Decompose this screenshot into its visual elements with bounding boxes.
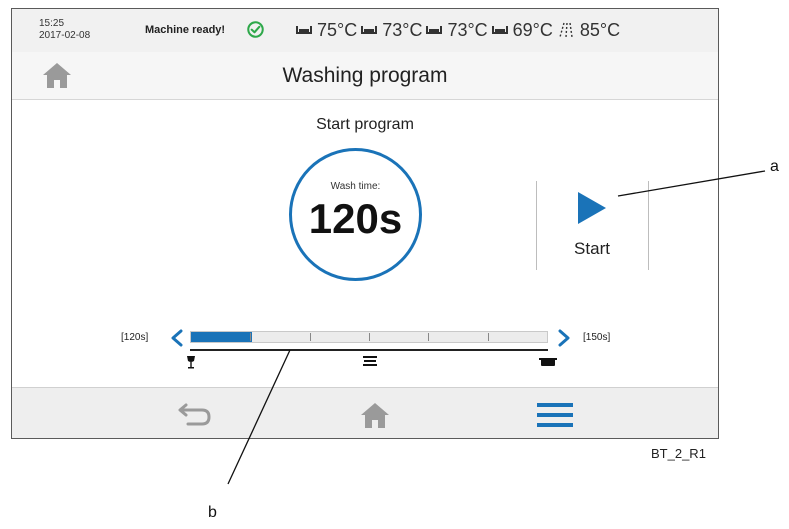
temperature-value: 73°C: [382, 19, 423, 40]
figure-code: BT_2_R1: [651, 446, 706, 461]
slider-tick: [310, 333, 311, 341]
tank-icon: [296, 26, 312, 34]
tank-icon: [426, 26, 443, 34]
tank-icon: [361, 26, 378, 34]
chevron-left-icon[interactable]: [169, 329, 185, 347]
slider-tick: [250, 333, 251, 341]
temperature-value: 75°C: [317, 19, 358, 40]
pot-icon: [539, 358, 557, 366]
divider: [648, 181, 649, 270]
slider-tick: [428, 333, 429, 341]
temperature-readout: 75°C: [296, 20, 357, 41]
title-bar: Washing program: [12, 52, 718, 100]
temperature-readout: 73°C: [361, 20, 422, 41]
rinse-spray-icon: [559, 22, 573, 38]
device-screen: 15:25 2017-02-08 Machine ready! 75°C 73°…: [11, 8, 719, 439]
play-icon: [578, 192, 606, 224]
wash-time-label: Wash time:: [330, 181, 381, 192]
slider-tick: [369, 333, 370, 341]
start-button[interactable]: Start: [536, 181, 648, 270]
plates-icon: [363, 356, 377, 366]
temperature-value: 73°C: [447, 19, 488, 40]
date-text: 2017-02-08: [39, 30, 91, 41]
page-title: Washing program: [282, 64, 448, 87]
home-button[interactable]: [335, 388, 415, 438]
status-bar: 15:25 2017-02-08 Machine ready! 75°C 73°…: [12, 9, 718, 53]
back-button[interactable]: [155, 388, 235, 438]
temperature-value: 85°C: [579, 19, 621, 40]
back-icon: [178, 403, 211, 425]
menu-button[interactable]: [515, 388, 595, 438]
menu-icon: [537, 402, 573, 427]
range-min-label: [120s]: [121, 332, 149, 343]
start-program-heading: Start program: [316, 116, 414, 133]
tank-icon: [491, 26, 508, 34]
home-icon: [361, 402, 389, 428]
program-range-line: [190, 349, 548, 351]
bottom-nav: [12, 387, 718, 438]
machine-status-text: Machine ready!: [145, 24, 226, 36]
wash-time-display: Wash time: 120s: [289, 148, 422, 281]
wash-time-slider[interactable]: [190, 331, 548, 343]
slider-fill: [191, 332, 252, 342]
callout-label-a: a: [770, 158, 779, 175]
time-text: 15:25: [39, 18, 65, 29]
start-label: Start: [574, 239, 610, 258]
clock: 15:25 2017-02-08: [39, 18, 90, 42]
callout-label-b: b: [208, 504, 217, 521]
chevron-right-icon[interactable]: [556, 329, 572, 347]
range-max-label: [150s]: [583, 332, 611, 343]
wash-time-value: 120s: [308, 195, 403, 242]
glass-icon: [187, 356, 195, 369]
temperature-readout: 69°C: [491, 19, 553, 41]
temperature-value: 69°C: [512, 19, 553, 40]
temperature-readout: 73°C: [426, 19, 488, 41]
check-circle-icon: [247, 21, 264, 38]
slider-tick: [488, 333, 489, 341]
temperature-readouts: 75°C 73°C 73°C 69°C 85°C: [296, 18, 624, 42]
temperature-readout: 85°C: [557, 20, 620, 41]
